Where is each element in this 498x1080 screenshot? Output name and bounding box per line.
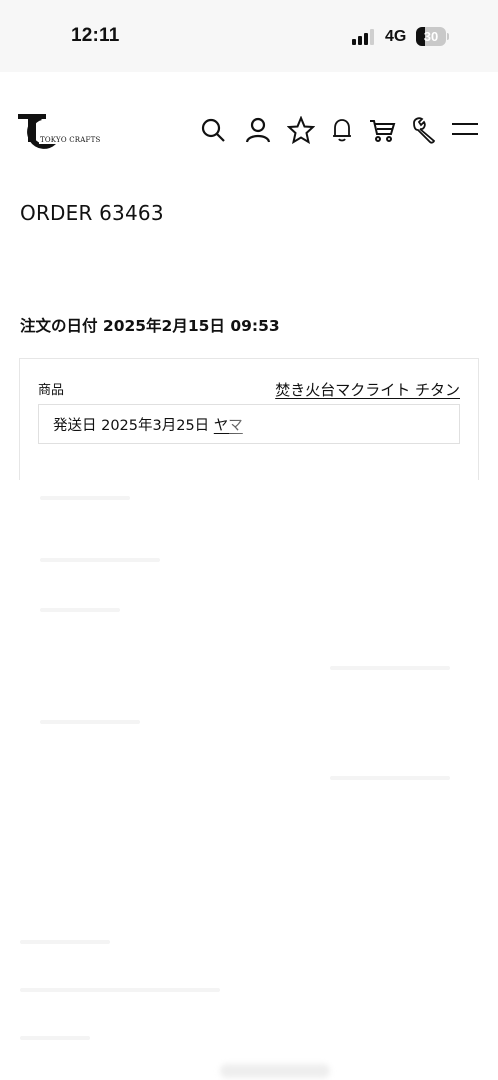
ghost-placeholder — [40, 496, 130, 500]
loading-content-area — [0, 480, 498, 1080]
menu-icon[interactable] — [451, 116, 479, 144]
ghost-placeholder — [20, 988, 220, 992]
ghost-placeholder — [20, 940, 110, 944]
shipping-text: 発送日 2025年3月25日 ヤマ — [53, 414, 243, 435]
status-time: 12:11 — [71, 25, 120, 46]
order-item-card: 商品 焚き火台マクライト チタン 発送日 2025年3月25日 ヤマ — [19, 358, 479, 489]
ghost-placeholder — [330, 776, 450, 780]
wrench-icon[interactable] — [410, 116, 438, 144]
order-date-label: 注文の日付 — [20, 317, 98, 335]
loading-fade-overlay — [229, 405, 459, 443]
order-date: 注文の日付 2025年2月15日 09:53 — [20, 314, 280, 336]
status-bar: 12:11 4G 30 — [0, 0, 498, 72]
product-name-link[interactable]: 焚き火台マクライト チタン — [275, 379, 460, 400]
ghost-placeholder — [40, 558, 160, 562]
product-label: 商品 — [38, 383, 65, 398]
shipping-info: 発送日 2025年3月25日 ヤマ — [38, 404, 460, 444]
order-title: ORDER 63463 — [20, 201, 164, 225]
ghost-placeholder — [330, 666, 450, 670]
battery-level: 30 — [423, 29, 439, 44]
shipping-date: 発送日 2025年3月25日 — [53, 418, 210, 434]
site-header: TOKYO CRAFTS — [0, 96, 498, 166]
search-icon[interactable] — [199, 116, 227, 144]
cart-icon[interactable] — [368, 116, 396, 144]
order-date-value: 2025年2月15日 09:53 — [102, 317, 280, 335]
ghost-placeholder — [20, 1036, 90, 1040]
network-type: 4G — [385, 28, 407, 45]
notification-bell-icon[interactable] — [328, 116, 356, 144]
ghost-placeholder — [40, 720, 140, 724]
account-icon[interactable] — [244, 116, 272, 144]
ghost-placeholder — [40, 608, 120, 612]
battery-icon: 30 — [416, 27, 449, 46]
bottom-indicator — [220, 1064, 330, 1078]
tokyo-crafts-logo[interactable]: TOKYO CRAFTS — [16, 108, 106, 150]
logo-text: TOKYO CRAFTS — [39, 136, 102, 144]
favorites-star-icon[interactable] — [287, 116, 315, 144]
cellular-signal-icon — [352, 29, 374, 45]
